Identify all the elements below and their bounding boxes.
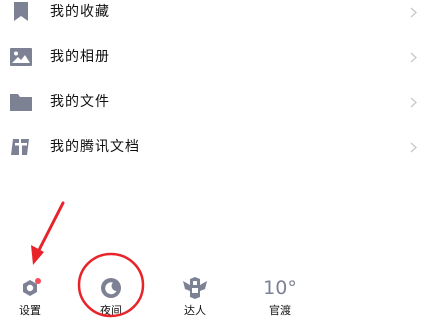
photo-album-icon xyxy=(8,44,34,70)
expert-button[interactable]: 达人 xyxy=(165,270,225,321)
menu-item-label: 我的文件 xyxy=(50,94,110,110)
menu-item-label: 我的腾讯文档 xyxy=(50,139,140,155)
settings-icon xyxy=(0,275,60,301)
night-mode-icon xyxy=(81,275,141,301)
chevron-right-icon xyxy=(406,50,420,64)
settings-button[interactable]: 设置 xyxy=(0,270,60,321)
menu-item-files[interactable]: 我的文件 xyxy=(0,82,428,122)
temperature-value: 10° xyxy=(263,277,297,299)
settings-label: 设置 xyxy=(19,304,41,317)
annotation-arrow-icon xyxy=(31,201,65,265)
expert-badge-icon xyxy=(165,275,225,301)
notification-dot xyxy=(35,278,41,284)
menu-item-album[interactable]: 我的相册 xyxy=(0,37,428,77)
bottom-toolbar: 设置 夜间 达人 10° 官渡 xyxy=(0,270,428,321)
menu-item-tencent-docs[interactable]: 我的腾讯文档 xyxy=(0,127,428,167)
expert-label: 达人 xyxy=(184,304,206,317)
folder-icon xyxy=(8,89,34,115)
settings-screen: 我的收藏 我的相册 我的文件 我的腾讯文档 设置 夜间 达人 10° 官渡 xyxy=(0,0,428,321)
bookmark-icon xyxy=(8,0,34,25)
menu-item-favorites[interactable]: 我的收藏 xyxy=(0,0,428,32)
weather-location-label: 官渡 xyxy=(269,304,291,317)
weather-widget[interactable]: 10° 官渡 xyxy=(250,270,310,321)
menu-item-label: 我的相册 xyxy=(50,49,110,65)
chevron-right-icon xyxy=(406,95,420,109)
tencent-docs-icon xyxy=(8,134,34,160)
menu-item-label: 我的收藏 xyxy=(50,4,110,20)
chevron-right-icon xyxy=(406,140,420,154)
night-mode-label: 夜间 xyxy=(100,304,122,317)
night-mode-button[interactable]: 夜间 xyxy=(81,270,141,321)
chevron-right-icon xyxy=(406,5,420,19)
